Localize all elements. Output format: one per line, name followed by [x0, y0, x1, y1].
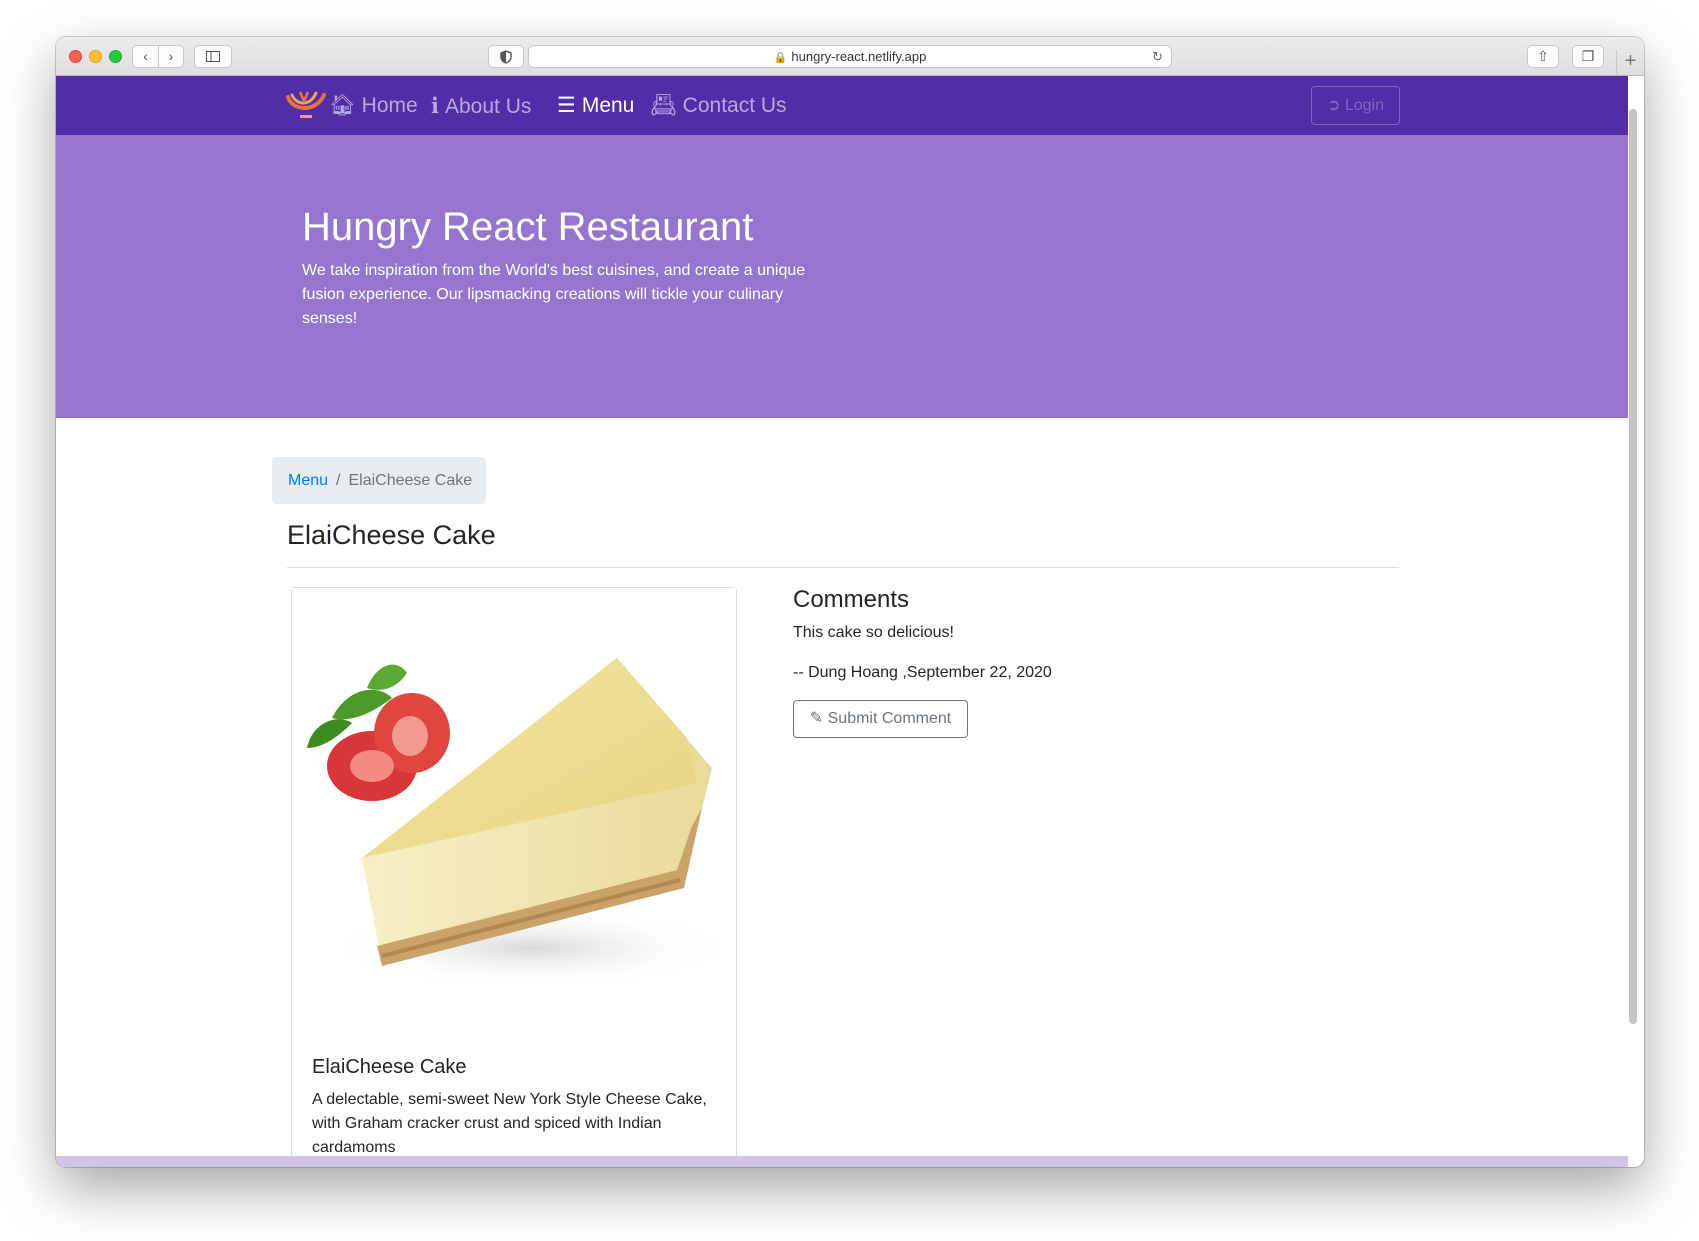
- share-icon: ⇧: [1537, 48, 1549, 64]
- cheesecake-image: [292, 588, 736, 1033]
- info-icon: i: [431, 93, 439, 118]
- restaurant-title: Hungry React Restaurant: [302, 205, 754, 249]
- address-card-icon: 📇︎: [650, 94, 677, 117]
- breadcrumb-link-menu[interactable]: Menu: [288, 472, 328, 489]
- browser-toolbar: ‹ › 🔒 hungry-react.netlify.app ↻ ⇧ ❐ +: [56, 37, 1644, 76]
- browser-window: ‹ › 🔒 hungry-react.netlify.app ↻ ⇧ ❐ + 🏠…: [56, 37, 1644, 1167]
- url-text: hungry-react.netlify.app: [791, 49, 927, 64]
- zoom-window-button[interactable]: [109, 50, 122, 63]
- comment-text: This cake so delicious!: [793, 624, 954, 641]
- tab-overview-button[interactable]: ❐: [1572, 45, 1604, 68]
- minimize-window-button[interactable]: [89, 50, 102, 63]
- breadcrumb-separator: /: [336, 472, 341, 489]
- reload-icon[interactable]: ↻: [1152, 46, 1163, 67]
- footer: [56, 1156, 1628, 1167]
- history-nav: ‹ ›: [132, 45, 184, 68]
- dish-name: ElaiCheese Cake: [312, 1056, 467, 1078]
- new-tab-button[interactable]: +: [1616, 50, 1644, 76]
- jumbotron: Hungry React Restaurant We take inspirat…: [56, 135, 1628, 418]
- sidebar-toggle-button[interactable]: [194, 45, 232, 68]
- close-window-button[interactable]: [69, 50, 82, 63]
- lock-icon: 🔒: [773, 52, 788, 64]
- sign-in-icon: ➲: [1326, 97, 1341, 114]
- list-icon: ☰: [557, 94, 576, 117]
- nav-menu[interactable]: ☰ Menu: [557, 92, 634, 120]
- page-title: ElaiCheese Cake: [287, 520, 496, 550]
- breadcrumb-current: ElaiCheese Cake: [348, 472, 473, 489]
- page-viewport: 🏠︎ Home i About Us ☰ Menu 📇︎ Contact Us ➲ Lo…: [56, 76, 1628, 1167]
- dish-description: A delectable, semi-sweet New York Style …: [312, 1091, 707, 1156]
- forward-icon[interactable]: ›: [158, 46, 183, 67]
- restaurant-tagline: We take inspiration from the World's bes…: [302, 262, 806, 327]
- comments-heading: Comments: [793, 586, 910, 613]
- vertical-scrollbar[interactable]: [1629, 109, 1637, 1024]
- address-bar[interactable]: 🔒 hungry-react.netlify.app ↻: [528, 45, 1172, 68]
- divider: [287, 567, 1399, 568]
- dish-card: ElaiCheese Cake A delectable, semi-sweet…: [291, 587, 737, 1167]
- privacy-report-button[interactable]: [488, 45, 524, 68]
- login-button[interactable]: ➲ Login: [1311, 86, 1400, 125]
- nav-about-us[interactable]: i About Us: [431, 92, 531, 120]
- shield-icon: [500, 50, 512, 64]
- home-icon: 🏠︎: [329, 94, 356, 117]
- submit-comment-button[interactable]: ✎ Submit Comment: [793, 700, 968, 738]
- nav-contact-us[interactable]: 📇︎ Contact Us: [650, 92, 787, 120]
- breadcrumb: Menu / ElaiCheese Cake: [272, 457, 486, 504]
- sidebar-icon: [206, 51, 220, 62]
- tabs-icon: ❐: [1581, 48, 1595, 64]
- pencil-icon: ✎: [809, 710, 824, 727]
- back-icon[interactable]: ‹: [133, 46, 158, 67]
- nav-home[interactable]: 🏠︎ Home: [329, 92, 418, 120]
- navbar: 🏠︎ Home i About Us ☰ Menu 📇︎ Contact Us ➲ Lo…: [56, 76, 1628, 135]
- restaurant-logo[interactable]: [286, 89, 326, 121]
- share-button[interactable]: ⇧: [1527, 45, 1559, 68]
- comment-author-date: -- Dung Hoang ,September 22, 2020: [793, 664, 1052, 681]
